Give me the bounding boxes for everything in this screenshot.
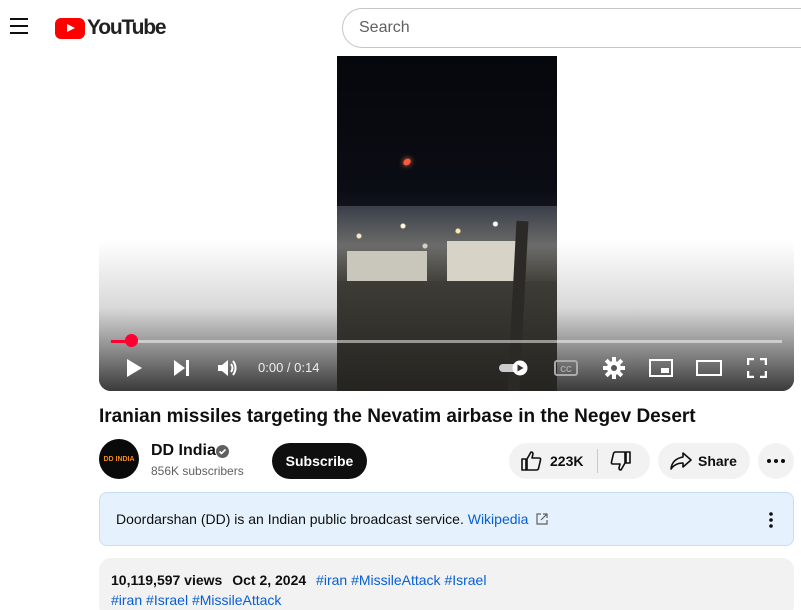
- hashtag-link[interactable]: #iran: [111, 592, 142, 608]
- avatar-logo-text: DD INDIA: [103, 455, 135, 463]
- miniplayer-icon[interactable]: [648, 356, 674, 380]
- theater-icon[interactable]: [695, 356, 723, 380]
- upload-date: Oct 2, 2024: [232, 572, 307, 588]
- wikipedia-link[interactable]: Wikipedia: [468, 511, 529, 527]
- thumbs-down-icon: [611, 451, 632, 471]
- fullscreen-icon[interactable]: [744, 356, 770, 380]
- share-button[interactable]: Share: [658, 443, 750, 479]
- like-count: 223K: [550, 453, 584, 469]
- view-count: 10,119,597 views: [111, 572, 223, 588]
- more-actions-button[interactable]: [758, 443, 794, 479]
- thumbs-up-icon: [521, 451, 542, 471]
- play-icon[interactable]: [121, 356, 147, 380]
- like-button[interactable]: 223K: [509, 443, 583, 479]
- hashtag-link[interactable]: #MissileAttack: [351, 572, 440, 588]
- channel-avatar[interactable]: DD INDIA: [99, 439, 139, 479]
- gear-icon[interactable]: [601, 356, 627, 380]
- description-box[interactable]: 10,119,597 views Oct 2, 2024 #iran #Miss…: [99, 558, 794, 610]
- volume-icon[interactable]: [215, 356, 241, 380]
- youtube-logo[interactable]: YouTube: [55, 16, 167, 39]
- channel-name[interactable]: DD India: [151, 442, 216, 460]
- hashtag-link[interactable]: #Israel: [444, 572, 486, 588]
- external-link-icon: [536, 513, 548, 525]
- search-box[interactable]: [342, 8, 801, 48]
- svg-text:CC: CC: [560, 365, 572, 374]
- search-input[interactable]: [359, 19, 801, 37]
- like-dislike-group: 223K: [509, 443, 650, 479]
- hashtag-link[interactable]: #Israel: [146, 592, 188, 608]
- info-panel: Doordarshan (DD) is an Indian public bro…: [99, 492, 794, 546]
- cc-icon[interactable]: CC: [551, 356, 581, 380]
- hashtag-link[interactable]: #iran: [316, 572, 347, 588]
- dislike-button[interactable]: [598, 443, 632, 479]
- autoplay-toggle-icon[interactable]: [497, 356, 533, 380]
- video-player[interactable]: 0:00 / 0:14 CC: [99, 56, 794, 391]
- youtube-logo-icon: [55, 17, 85, 39]
- verified-icon: [216, 445, 229, 458]
- subscriber-count: 856K subscribers: [151, 464, 244, 478]
- more-horizontal-icon: [767, 459, 785, 463]
- next-icon[interactable]: [169, 356, 195, 380]
- hashtag-link[interactable]: #MissileAttack: [192, 592, 281, 608]
- video-building: [347, 251, 427, 281]
- progress-bar[interactable]: [111, 340, 782, 343]
- info-text-row: Doordarshan (DD) is an Indian public bro…: [116, 511, 548, 527]
- description-meta: 10,119,597 views Oct 2, 2024 #iran #Miss…: [111, 572, 486, 588]
- hamburger-menu-icon[interactable]: [10, 18, 30, 36]
- description-hashtags: #iran #Israel #MissileAttack: [111, 592, 281, 608]
- more-vertical-icon[interactable]: [763, 510, 779, 530]
- share-arrow-icon: [670, 452, 692, 470]
- progress-scrubber[interactable]: [124, 334, 138, 347]
- share-label: Share: [698, 453, 737, 469]
- subscribe-button[interactable]: Subscribe: [272, 443, 367, 479]
- logo-text: YouTube: [87, 16, 167, 39]
- info-text: Doordarshan (DD) is an Indian public bro…: [116, 511, 464, 527]
- video-building: [447, 241, 517, 281]
- video-missile-light: [402, 157, 412, 167]
- time-display: 0:00 / 0:14: [258, 360, 320, 375]
- video-title: Iranian missiles targeting the Nevatim a…: [99, 406, 696, 427]
